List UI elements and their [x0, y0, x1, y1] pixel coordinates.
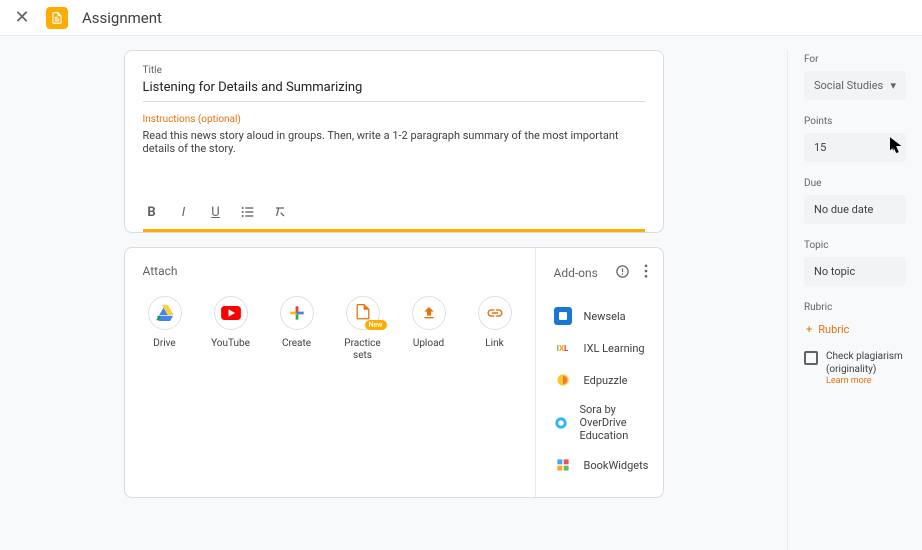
- topic-label: Topic: [804, 240, 906, 251]
- addon-newsela[interactable]: Newsela: [554, 300, 649, 332]
- attach-heading: Attach: [143, 264, 517, 278]
- sidebar: For Social Studies ▾ Points 15 ▾ Due No …: [787, 50, 922, 550]
- for-select[interactable]: Social Studies ▾: [804, 71, 906, 100]
- attach-practice-sets[interactable]: New Practice sets: [341, 296, 385, 362]
- attach-section: Attach Drive YouTube: [125, 248, 536, 497]
- addon-edpuzzle[interactable]: Edpuzzle: [554, 364, 649, 396]
- addon-sora[interactable]: Sora by OverDrive Education: [554, 396, 649, 449]
- addon-ixl[interactable]: IXL IXL Learning: [554, 332, 649, 364]
- more-icon[interactable]: [644, 264, 648, 282]
- bold-icon[interactable]: B: [143, 203, 161, 221]
- title-input[interactable]: [143, 76, 645, 102]
- top-bar: ✕ Assignment: [0, 0, 922, 36]
- plus-icon: +: [806, 323, 812, 336]
- ixl-icon: IXL: [554, 339, 572, 357]
- plagiarism-label: Check plagiarism (originality): [826, 350, 906, 376]
- due-select[interactable]: No due date: [804, 195, 906, 224]
- topic-select[interactable]: No topic: [804, 257, 906, 286]
- attach-link[interactable]: Link: [473, 296, 517, 362]
- page-title: Assignment: [82, 9, 162, 27]
- instructions-label: Instructions (optional): [143, 114, 645, 125]
- new-badge: New: [365, 320, 387, 330]
- plagiarism-checkbox-row[interactable]: Check plagiarism (originality) Learn mor…: [804, 350, 906, 386]
- create-plus-icon: [280, 296, 314, 330]
- learn-more-link[interactable]: Learn more: [826, 376, 906, 386]
- link-icon: [478, 296, 512, 330]
- youtube-icon: [214, 296, 248, 330]
- instructions-text[interactable]: Read this news story aloud in groups. Th…: [143, 125, 645, 195]
- attach-upload[interactable]: Upload: [407, 296, 451, 362]
- clear-format-icon[interactable]: [271, 203, 289, 221]
- newsela-icon: [554, 307, 572, 325]
- italic-icon[interactable]: I: [175, 203, 193, 221]
- bookwidgets-icon: [554, 456, 572, 474]
- attach-youtube[interactable]: YouTube: [209, 296, 253, 362]
- add-rubric-button[interactable]: + Rubric: [804, 319, 906, 340]
- close-icon[interactable]: ✕: [12, 7, 32, 28]
- assignment-details-card: Title Instructions (optional) Read this …: [124, 50, 664, 233]
- underline-icon[interactable]: U: [207, 203, 225, 221]
- attach-addons-card: Attach Drive YouTube: [124, 247, 664, 498]
- for-label: For: [804, 54, 906, 65]
- chevron-down-icon: ▾: [890, 141, 896, 154]
- rubric-label: Rubric: [804, 302, 906, 313]
- points-select[interactable]: 15 ▾: [804, 133, 906, 162]
- due-label: Due: [804, 178, 906, 189]
- addon-bookwidgets[interactable]: BookWidgets: [554, 449, 649, 481]
- chevron-down-icon: ▾: [890, 79, 896, 92]
- assignment-icon: [46, 7, 68, 29]
- addons-heading: Add-ons: [554, 266, 598, 280]
- main-column: Title Instructions (optional) Read this …: [0, 50, 787, 498]
- attach-drive[interactable]: Drive: [143, 296, 187, 362]
- workspace: Title Instructions (optional) Read this …: [0, 36, 922, 550]
- text-toolbar: B I U: [143, 195, 645, 232]
- points-label: Points: [804, 116, 906, 127]
- addons-section: Add-ons Newsela: [536, 248, 667, 497]
- attach-create[interactable]: Create: [275, 296, 319, 362]
- info-icon[interactable]: [615, 264, 630, 282]
- drive-icon: [148, 296, 182, 330]
- title-label: Title: [143, 65, 645, 76]
- checkbox-icon[interactable]: [804, 351, 818, 365]
- edpuzzle-icon: [554, 371, 572, 389]
- upload-icon: [412, 296, 446, 330]
- sora-icon: [554, 414, 568, 432]
- bullet-list-icon[interactable]: [239, 203, 257, 221]
